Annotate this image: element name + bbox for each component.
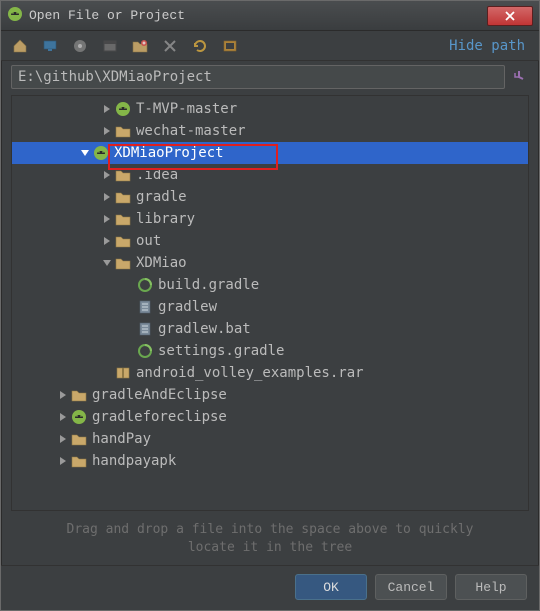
delete-icon[interactable] [161, 37, 179, 55]
close-button[interactable] [487, 6, 533, 26]
folder-icon [114, 255, 132, 271]
tree-node-label: settings.gradle [158, 343, 284, 359]
tree-node-label: handpayapk [92, 453, 176, 469]
hint-line-2: locate it in the tree [188, 540, 352, 555]
tree-node-label: gradleAndEclipse [92, 387, 227, 403]
tree-node[interactable]: handpayapk [12, 450, 528, 472]
folder-icon [70, 453, 88, 469]
file-icon [136, 321, 154, 337]
chevron-right-icon[interactable] [56, 389, 70, 401]
file-tree[interactable]: T-MVP-master wechat-master XDMiaoProject .i… [11, 95, 529, 511]
chevron-right-icon[interactable] [100, 191, 114, 203]
file-icon [136, 299, 154, 315]
tree-node[interactable]: android_volley_examples.rar [12, 362, 528, 384]
ok-button[interactable]: OK [295, 574, 367, 600]
tree-node-label: gradle [136, 189, 187, 205]
android-icon [92, 145, 110, 161]
tree-node[interactable]: gradlew [12, 296, 528, 318]
tree-node-label: gradleforeclipse [92, 409, 227, 425]
path-row [1, 61, 539, 95]
tree-node[interactable]: library [12, 208, 528, 230]
show-hidden-icon[interactable] [221, 37, 239, 55]
chevron-right-icon[interactable] [100, 235, 114, 247]
tree-node-label: T-MVP-master [136, 101, 237, 117]
tree-node[interactable]: XDMiao [12, 252, 528, 274]
close-icon [504, 10, 516, 22]
tree-node[interactable]: build.gradle [12, 274, 528, 296]
module-icon[interactable] [101, 37, 119, 55]
tree-node-label: wechat-master [136, 123, 246, 139]
refresh-icon[interactable] [191, 37, 209, 55]
tree-node-label: gradlew [158, 299, 217, 315]
chevron-right-icon[interactable] [100, 125, 114, 137]
chevron-down-icon[interactable] [100, 257, 114, 269]
folder-icon [114, 189, 132, 205]
path-input[interactable] [11, 65, 505, 89]
tree-node-label: library [136, 211, 195, 227]
tree-node[interactable]: gradleAndEclipse [12, 384, 528, 406]
folder-icon [114, 167, 132, 183]
tree-node-label: XDMiaoProject [114, 145, 224, 161]
android-icon [114, 101, 132, 117]
window-title: Open File or Project [29, 8, 487, 23]
tree-node[interactable]: out [12, 230, 528, 252]
tree-node[interactable]: .idea [12, 164, 528, 186]
folder-icon [114, 211, 132, 227]
tree-node-label: out [136, 233, 161, 249]
chevron-right-icon[interactable] [56, 455, 70, 467]
path-history-icon[interactable] [509, 65, 529, 89]
tree-node[interactable]: handPay [12, 428, 528, 450]
chevron-right-icon[interactable] [100, 169, 114, 181]
titlebar: Open File or Project [1, 1, 539, 31]
project-icon[interactable] [71, 37, 89, 55]
tree-node[interactable]: gradle [12, 186, 528, 208]
folder-icon [70, 431, 88, 447]
archive-icon [114, 365, 132, 381]
tree-node[interactable]: T-MVP-master [12, 98, 528, 120]
folder-icon [114, 123, 132, 139]
home-icon[interactable] [11, 37, 29, 55]
cancel-button[interactable]: Cancel [375, 574, 447, 600]
hint-line-1: Drag and drop a file into the space abov… [67, 522, 474, 537]
desktop-icon[interactable] [41, 37, 59, 55]
chevron-right-icon[interactable] [56, 411, 70, 423]
tree-node[interactable]: settings.gradle [12, 340, 528, 362]
folder-icon [70, 387, 88, 403]
tree-node-label: XDMiao [136, 255, 187, 271]
dialog-window: Open File or Project Hide path T-MVP-mas… [0, 0, 540, 611]
gradle-icon [136, 343, 154, 359]
app-icon [7, 6, 23, 26]
tree-node[interactable]: XDMiaoProject [12, 142, 528, 164]
android-icon [70, 409, 88, 425]
chevron-right-icon[interactable] [56, 433, 70, 445]
tree-node-label: build.gradle [158, 277, 259, 293]
tree-node[interactable]: gradlew.bat [12, 318, 528, 340]
new-folder-icon[interactable] [131, 37, 149, 55]
tree-node-label: .idea [136, 167, 178, 183]
chevron-down-icon[interactable] [78, 147, 92, 159]
tree-node-label: gradlew.bat [158, 321, 251, 337]
hide-path-link[interactable]: Hide path [449, 38, 529, 54]
folder-icon [114, 233, 132, 249]
button-bar: OK Cancel Help [1, 565, 539, 610]
toolbar: Hide path [1, 31, 539, 61]
tree-node-label: handPay [92, 431, 151, 447]
chevron-right-icon[interactable] [100, 213, 114, 225]
hint-text: Drag and drop a file into the space abov… [1, 517, 539, 565]
tree-node[interactable]: wechat-master [12, 120, 528, 142]
tree-node[interactable]: gradleforeclipse [12, 406, 528, 428]
chevron-right-icon[interactable] [100, 103, 114, 115]
help-button[interactable]: Help [455, 574, 527, 600]
gradle-icon [136, 277, 154, 293]
tree-node-label: android_volley_examples.rar [136, 365, 364, 381]
